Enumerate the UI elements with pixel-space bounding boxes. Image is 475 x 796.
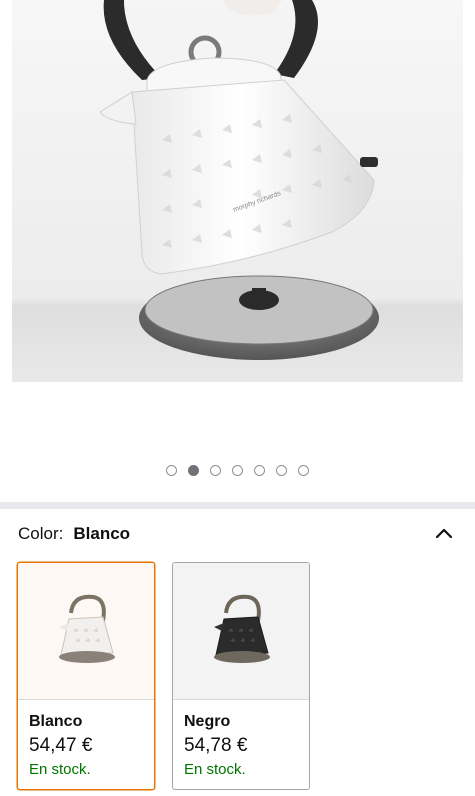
carousel-dot[interactable] — [232, 465, 243, 476]
product-image[interactable]: morphy richards — [12, 0, 463, 382]
carousel-dot[interactable] — [210, 465, 221, 476]
kettle-photo: morphy richards — [12, 0, 463, 382]
variant-card-blanco[interactable]: Blanco 54,47 € En stock. — [17, 562, 155, 790]
carousel-dot[interactable] — [166, 465, 177, 476]
section-divider — [0, 502, 475, 509]
variant-thumbnail — [18, 563, 154, 700]
carousel-indicator — [0, 465, 475, 476]
carousel-dot[interactable] — [276, 465, 287, 476]
color-swatches: Blanco 54,47 € En stock. Negro 54,78 € E… — [17, 562, 310, 790]
color-selector-header[interactable]: Color: Blanco — [18, 522, 458, 546]
variant-price: 54,78 € — [184, 735, 248, 756]
variant-card-negro[interactable]: Negro 54,78 € En stock. — [172, 562, 310, 790]
selected-color-value: Blanco — [73, 524, 131, 543]
variant-name: Negro — [184, 713, 231, 730]
black-kettle-thumbnail — [214, 594, 270, 663]
variant-stock-status: En stock. — [29, 761, 91, 778]
color-label: Color: — [18, 524, 64, 543]
variant-name: Blanco — [29, 713, 83, 730]
variant-price: 54,47 € — [29, 735, 93, 756]
variant-stock-status: En stock. — [184, 761, 246, 778]
carousel-dot[interactable] — [298, 465, 309, 476]
variant-thumbnail — [173, 563, 309, 700]
white-kettle-thumbnail — [59, 594, 115, 663]
carousel-dot[interactable] — [254, 465, 265, 476]
carousel-dot[interactable] — [188, 465, 199, 476]
chevron-up-icon[interactable] — [434, 524, 454, 544]
